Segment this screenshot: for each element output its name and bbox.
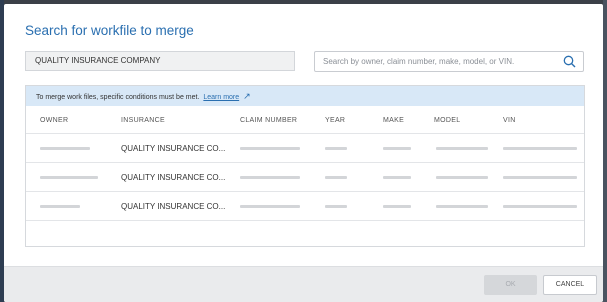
insurance-cell: QUALITY INSURANCE CO...	[121, 173, 226, 182]
ok-button[interactable]: OK	[484, 275, 537, 295]
vin-placeholder	[503, 147, 577, 150]
dialog-title: Search for workfile to merge	[25, 23, 194, 38]
year-placeholder	[325, 205, 347, 208]
claim-placeholder	[240, 147, 300, 150]
model-placeholder	[436, 147, 488, 150]
claim-placeholder	[240, 205, 300, 208]
workfile-search-input[interactable]: Search by owner, claim number, make, mod…	[314, 51, 584, 72]
column-claim-number[interactable]: CLAIM NUMBER	[240, 117, 297, 124]
model-placeholder	[436, 205, 488, 208]
backdrop-right	[603, 0, 607, 302]
dialog-footer: OK CANCEL	[4, 266, 603, 302]
vin-placeholder	[503, 205, 577, 208]
cancel-button[interactable]: CANCEL	[543, 275, 597, 295]
learn-more-link[interactable]: Learn more	[203, 94, 239, 101]
year-placeholder	[325, 147, 347, 150]
table-row[interactable]: QUALITY INSURANCE CO...	[26, 192, 584, 221]
table-row[interactable]: QUALITY INSURANCE CO...	[26, 163, 584, 192]
year-placeholder	[325, 176, 347, 179]
merge-workfile-dialog: Search for workfile to merge QUALITY INS…	[4, 4, 603, 302]
table-row[interactable]: QUALITY INSURANCE CO...	[26, 134, 584, 163]
column-insurance[interactable]: INSURANCE	[121, 117, 165, 124]
insurance-cell: QUALITY INSURANCE CO...	[121, 202, 226, 211]
owner-placeholder	[40, 147, 90, 150]
claim-placeholder	[240, 176, 300, 179]
table-header: OWNER INSURANCE CLAIM NUMBER YEAR MAKE M…	[26, 106, 584, 134]
model-placeholder	[436, 176, 488, 179]
results-table: To merge work files, specific conditions…	[25, 85, 585, 247]
column-year[interactable]: YEAR	[325, 117, 345, 124]
external-link-icon[interactable]: ↗	[243, 91, 251, 101]
merge-info-bar: To merge work files, specific conditions…	[26, 86, 584, 106]
column-owner[interactable]: OWNER	[40, 117, 68, 124]
vin-placeholder	[503, 176, 577, 179]
owner-placeholder	[40, 176, 98, 179]
info-text: To merge work files, specific conditions…	[36, 94, 200, 101]
make-placeholder	[383, 147, 411, 150]
insurance-cell: QUALITY INSURANCE CO...	[121, 144, 226, 153]
owner-placeholder	[40, 205, 80, 208]
column-model[interactable]: MODEL	[434, 117, 460, 124]
search-icon[interactable]	[563, 55, 576, 68]
make-placeholder	[383, 176, 411, 179]
column-make[interactable]: MAKE	[383, 117, 404, 124]
make-placeholder	[383, 205, 411, 208]
column-vin[interactable]: VIN	[503, 117, 516, 124]
insurance-company-field: QUALITY INSURANCE COMPANY	[25, 51, 295, 71]
search-placeholder: Search by owner, claim number, make, mod…	[323, 57, 515, 66]
